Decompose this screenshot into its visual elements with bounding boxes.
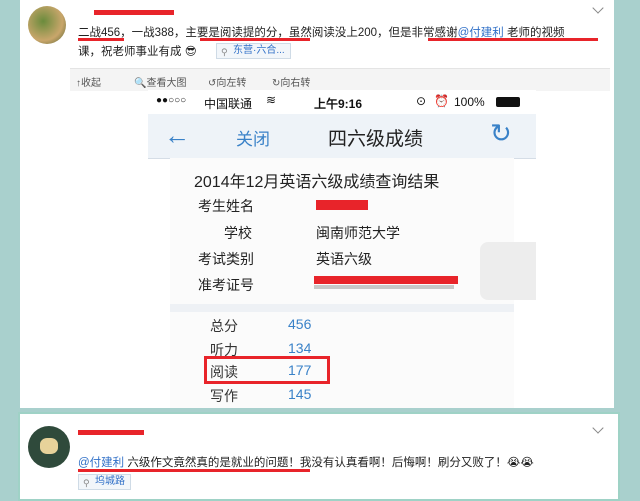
redacted-username bbox=[78, 430, 144, 435]
weibo-comment-card: @付建利 六级作文竟然真的是就业的问题！我没有认真看啊！后悔啊！刷分又败了！😭😭… bbox=[18, 412, 620, 501]
score-value-listening: 134 bbox=[288, 340, 312, 356]
highlight-underline bbox=[200, 38, 310, 41]
rotate-left-label: 向左转 bbox=[216, 78, 247, 89]
mention-link[interactable]: @付建利 bbox=[78, 457, 124, 469]
avatar-face bbox=[40, 438, 58, 454]
score-value-writing: 145 bbox=[288, 386, 312, 402]
location-tag[interactable]: ⚲ 东营·六合... bbox=[216, 43, 291, 59]
field-label-ticket-no: 准考证号 bbox=[198, 277, 254, 293]
weibo-post-card: 二战456，一战388，主要是阅读提的分，虽然阅读没上200，但是非常感谢@付建… bbox=[20, 0, 614, 408]
post-menu-chevron-icon[interactable] bbox=[592, 2, 604, 14]
image-toolbar: ↑收起 🔍查看大图 ↺向左转 ↻向右转 bbox=[70, 68, 610, 91]
score-value-reading: 177 bbox=[288, 362, 312, 378]
nav-title: 四六级成绩 bbox=[328, 129, 424, 150]
refresh-icon[interactable]: ↻ bbox=[490, 118, 512, 149]
redacted-name bbox=[316, 200, 368, 210]
rotate-left-button[interactable]: ↺向左转 bbox=[208, 74, 246, 89]
redacted-username bbox=[94, 10, 174, 15]
emoji-sunglasses: 😎 bbox=[184, 46, 197, 58]
rotate-right-label: 向右转 bbox=[280, 78, 311, 89]
view-large-label: 查看大图 bbox=[146, 78, 187, 89]
nav-bar: ← 关闭 四六级成绩 ↻ bbox=[148, 114, 536, 159]
highlight-underline bbox=[428, 38, 598, 41]
close-button[interactable]: 关闭 bbox=[236, 125, 270, 150]
highlight-underline bbox=[78, 38, 124, 41]
attached-screenshot[interactable]: ●●○○○ 中国联通 ≋ 上午9:16 ⊙ ⏰ 100% ← 关闭 四六级成绩 … bbox=[148, 90, 536, 408]
field-label-name: 考生姓名 bbox=[198, 198, 254, 214]
location-label: 坞城路 bbox=[95, 476, 125, 487]
field-value-school: 闽南师范大学 bbox=[316, 225, 400, 241]
clock-time: 上午9:16 bbox=[314, 97, 363, 111]
carrier-name: 中国联通 bbox=[204, 97, 253, 111]
result-content: 2014年12月英语六级成绩查询结果 考生姓名 学校 闽南师范大学 考试类别 英… bbox=[170, 158, 536, 408]
location-label: 东营·六合... bbox=[233, 45, 285, 56]
score-label-reading: 阅读 bbox=[210, 364, 238, 380]
post-text-line2-content: 课，祝老师事业有成 bbox=[78, 46, 182, 58]
location-pin-icon: ⚲ bbox=[221, 47, 228, 57]
highlight-underline bbox=[78, 469, 310, 472]
back-arrow-icon[interactable]: ← bbox=[164, 120, 190, 151]
collapse-button[interactable]: ↑收起 bbox=[76, 74, 101, 89]
faded-ticket-number bbox=[314, 285, 454, 289]
field-value-exam-type: 英语六级 bbox=[316, 251, 372, 267]
user-avatar[interactable] bbox=[28, 6, 66, 44]
comment-body: 六级作文竟然真的是就业的问题！我没有认真看啊！后悔啊！刷分又败了！ bbox=[124, 457, 507, 469]
battery-icon bbox=[496, 97, 520, 107]
lock-rotation-icon: ⊙ bbox=[416, 94, 427, 108]
rotate-right-button[interactable]: ↻向右转 bbox=[272, 74, 310, 89]
result-title: 2014年12月英语六级成绩查询结果 bbox=[194, 174, 440, 191]
location-tag[interactable]: ⚲ 坞城路 bbox=[78, 474, 131, 490]
section-divider bbox=[170, 304, 514, 312]
post-text-line2: 课，祝老师事业有成 😎 bbox=[78, 43, 197, 59]
signal-strength: ●●○○○ bbox=[156, 95, 187, 106]
comment-text: @付建利 六级作文竟然真的是就业的问题！我没有认真看啊！后悔啊！刷分又败了！😭😭 bbox=[78, 454, 534, 470]
score-value-total: 456 bbox=[288, 316, 312, 332]
location-pin-icon: ⚲ bbox=[83, 478, 90, 488]
redacted-ticket-number bbox=[314, 276, 458, 284]
field-label-school: 学校 bbox=[224, 225, 252, 241]
field-label-exam-type: 考试类别 bbox=[198, 251, 254, 267]
user-avatar[interactable] bbox=[28, 426, 70, 468]
alarm-icon: ⏰ bbox=[434, 94, 449, 108]
blank-photo bbox=[480, 242, 536, 300]
score-label-total: 总分 bbox=[210, 318, 238, 334]
score-label-writing: 写作 bbox=[210, 388, 238, 404]
wifi-icon: ≋ bbox=[266, 93, 277, 107]
post-menu-chevron-icon[interactable] bbox=[592, 422, 604, 434]
emoji-crying: 😭😭 bbox=[506, 457, 534, 469]
battery-percent: 100% bbox=[454, 95, 485, 109]
view-large-button[interactable]: 🔍查看大图 bbox=[134, 74, 186, 89]
